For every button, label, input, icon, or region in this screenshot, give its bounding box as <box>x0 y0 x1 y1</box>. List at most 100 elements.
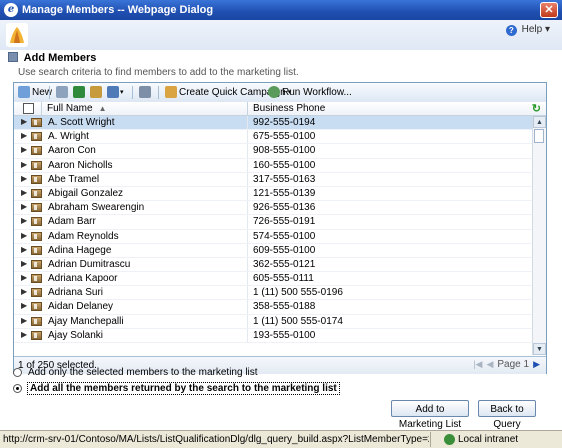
cell-full-name[interactable]: A. Wright <box>48 131 89 142</box>
expand-row-icon[interactable]: ▶ <box>21 287 27 296</box>
column-business-phone[interactable]: Business Phone <box>253 103 325 114</box>
next-page-icon[interactable]: ▶ <box>533 359 540 370</box>
expand-row-icon[interactable]: ▶ <box>21 316 27 325</box>
mail-merge-button[interactable] <box>90 86 102 98</box>
cell-business-phone: 926-555-0136 <box>253 202 316 214</box>
ie-icon: e <box>4 3 18 17</box>
cell-business-phone: 193-555-0100 <box>253 329 316 341</box>
column-divider <box>247 186 248 201</box>
add-to-marketing-list-button[interactable]: Add to Marketing List <box>391 400 469 430</box>
expand-row-icon[interactable]: ▶ <box>21 259 27 268</box>
table-row[interactable]: ▶ Aaron Nicholls 160-555-0100 <box>14 158 532 173</box>
status-divider <box>430 432 431 447</box>
cell-full-name[interactable]: Adam Reynolds <box>48 231 119 242</box>
expand-row-icon[interactable]: ▶ <box>21 188 27 197</box>
members-icon <box>8 52 18 62</box>
cell-full-name[interactable]: A. Scott Wright <box>48 117 115 128</box>
help-icon: ? <box>505 25 517 36</box>
expand-row-icon[interactable]: ▶ <box>21 245 27 254</box>
contact-record-icon <box>31 302 42 312</box>
refresh-icon[interactable]: ↻ <box>532 102 541 115</box>
cell-full-name[interactable]: Abraham Swearengin <box>48 202 144 213</box>
contact-record-icon <box>31 132 42 142</box>
scroll-up-icon[interactable]: ▲ <box>533 116 546 128</box>
grid-toolbar: New ▾ Create Quick Campaign ▾ Run Workfl… <box>14 83 546 103</box>
cell-full-name[interactable]: Abe Tramel <box>48 174 99 185</box>
print-button[interactable] <box>56 86 68 98</box>
select-all-checkbox[interactable] <box>23 103 34 114</box>
help-menu[interactable]: ? Help ▾ <box>505 24 550 36</box>
table-row[interactable]: ▶ Aaron Con 908-555-0100 <box>14 144 532 159</box>
table-row[interactable]: ▶ Ajay Manchepalli 1 (11) 500 555-0174 <box>14 314 532 329</box>
cell-business-phone: 362-555-0121 <box>253 258 316 270</box>
new-button[interactable]: New <box>18 86 52 98</box>
cell-full-name[interactable]: Adrian Dumitrascu <box>48 259 130 270</box>
expand-row-icon[interactable]: ▶ <box>21 330 27 339</box>
mail-merge-icon <box>90 86 102 98</box>
cell-business-phone: 726-555-0191 <box>253 216 316 228</box>
share-button[interactable] <box>139 86 151 98</box>
expand-row-icon[interactable]: ▶ <box>21 216 27 225</box>
contact-record-icon <box>31 160 42 170</box>
cell-full-name[interactable]: Adriana Kapoor <box>48 273 118 284</box>
table-row[interactable]: ▶ Adriana Kapoor 605-555-0111 <box>14 272 532 287</box>
table-row[interactable]: ▶ Adriana Suri 1 (11) 500 555-0196 <box>14 286 532 301</box>
radio-selected-only[interactable] <box>13 368 22 377</box>
cell-full-name[interactable]: Aaron Nicholls <box>48 160 112 171</box>
option-all-results[interactable]: Add all the members returned by the sear… <box>13 382 340 395</box>
pager: |◀ ◀ Page 1 ▶ <box>469 359 540 370</box>
expand-row-icon[interactable]: ▶ <box>21 174 27 183</box>
grid-rows: ▶ A. Scott Wright 992-555-0194 ▶ A. Wright 67… <box>14 116 532 355</box>
cell-full-name[interactable]: Abigail Gonzalez <box>48 188 123 199</box>
table-row[interactable]: ▶ Abe Tramel 317-555-0163 <box>14 172 532 187</box>
table-row[interactable]: ▶ Adina Hagege 609-555-0100 <box>14 243 532 258</box>
previous-page-icon[interactable]: ◀ <box>486 359 493 370</box>
expand-row-icon[interactable]: ▶ <box>21 231 27 240</box>
expand-row-icon[interactable]: ▶ <box>21 273 27 282</box>
expand-row-icon[interactable]: ▶ <box>21 117 27 126</box>
zone-label: Local intranet <box>458 434 519 445</box>
table-row[interactable]: ▶ Adrian Dumitrascu 362-555-0121 <box>14 257 532 273</box>
run-workflow-button[interactable]: Run Workflow... <box>268 86 352 98</box>
scroll-thumb[interactable] <box>534 129 544 143</box>
table-row[interactable]: ▶ Abraham Swearengin 926-555-0136 <box>14 201 532 216</box>
column-divider <box>247 229 248 243</box>
table-row[interactable]: ▶ Abigail Gonzalez 121-555-0139 <box>14 186 532 202</box>
assign-button[interactable]: ▾ <box>107 86 124 98</box>
table-row[interactable]: ▶ A. Scott Wright 992-555-0194 <box>14 116 532 131</box>
scroll-down-icon[interactable]: ▼ <box>533 343 546 355</box>
table-row[interactable]: ▶ Aidan Delaney 358-555-0188 <box>14 300 532 315</box>
column-full-name[interactable]: Full Name ▲ <box>47 103 107 114</box>
contact-record-icon <box>31 146 42 156</box>
cell-full-name[interactable]: Aaron Con <box>48 145 96 156</box>
option-selected-only[interactable]: Add only the selected members to the mar… <box>13 367 258 378</box>
cell-full-name[interactable]: Adriana Suri <box>48 287 103 298</box>
expand-row-icon[interactable]: ▶ <box>21 202 27 211</box>
expand-row-icon[interactable]: ▶ <box>21 301 27 310</box>
first-page-icon[interactable]: |◀ <box>473 359 482 370</box>
cell-full-name[interactable]: Ajay Manchepalli <box>48 316 124 327</box>
cell-full-name[interactable]: Adam Barr <box>48 216 96 227</box>
toolbar-separator <box>158 86 159 99</box>
vertical-scrollbar[interactable]: ▲ ▼ <box>532 116 546 355</box>
table-row[interactable]: ▶ A. Wright 675-555-0100 <box>14 130 532 145</box>
radio-all-results[interactable] <box>13 384 22 393</box>
members-grid: New ▾ Create Quick Campaign ▾ Run Workfl… <box>13 82 547 374</box>
cell-business-phone: 1 (11) 500 555-0174 <box>253 315 343 327</box>
close-button[interactable]: ✕ <box>540 2 558 18</box>
back-to-query-button[interactable]: Back to Query <box>478 400 536 430</box>
cell-full-name[interactable]: Adina Hagege <box>48 245 111 256</box>
run-workflow-label: Run Workflow... <box>282 86 352 98</box>
table-row[interactable]: ▶ Adam Reynolds 574-555-0100 <box>14 229 532 244</box>
table-row[interactable]: ▶ Adam Barr 726-555-0191 <box>14 215 532 230</box>
table-row[interactable]: ▶ Ajay Solanki 193-555-0100 <box>14 328 532 343</box>
cell-full-name[interactable]: Aidan Delaney <box>48 301 113 312</box>
expand-row-icon[interactable]: ▶ <box>21 131 27 140</box>
contact-record-icon <box>31 245 42 255</box>
contact-record-icon <box>31 188 42 198</box>
export-excel-button[interactable] <box>73 86 85 98</box>
contact-record-icon <box>31 259 42 269</box>
expand-row-icon[interactable]: ▶ <box>21 145 27 154</box>
expand-row-icon[interactable]: ▶ <box>21 160 27 169</box>
cell-full-name[interactable]: Ajay Solanki <box>48 330 103 341</box>
